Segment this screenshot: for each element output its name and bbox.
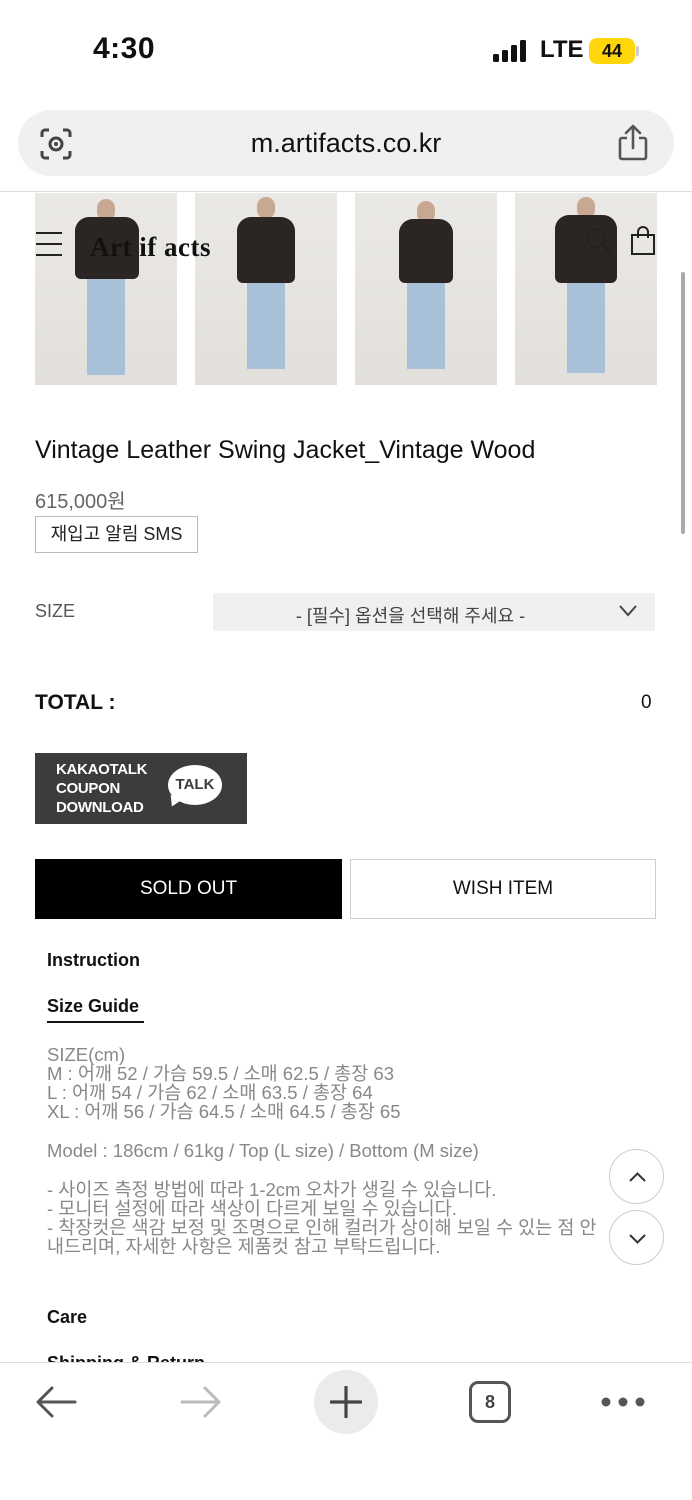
scroll-down-button[interactable] bbox=[609, 1210, 664, 1265]
chevron-down-icon bbox=[629, 1234, 646, 1244]
restock-sms-button[interactable]: 재입고 알림 SMS bbox=[35, 516, 198, 553]
tab-care[interactable]: Care bbox=[47, 1307, 87, 1328]
network-label: LTE bbox=[540, 36, 584, 63]
signal-icon bbox=[493, 40, 526, 62]
size-select-value: - [필수] 옵션을 선택해 주세요 - bbox=[295, 606, 526, 626]
size-select[interactable]: - [필수] 옵션을 선택해 주세요 - bbox=[213, 593, 655, 631]
product-price: 615,000원 bbox=[35, 491, 126, 513]
chevron-down-icon bbox=[619, 605, 637, 617]
site-logo[interactable]: Art if acts bbox=[90, 232, 211, 263]
page-scrollbar[interactable] bbox=[681, 272, 685, 534]
status-bar: 4:30 LTE 44 bbox=[0, 0, 692, 100]
url-text[interactable]: m.artifacts.co.kr bbox=[18, 128, 674, 159]
browser-toolbar: 8 bbox=[0, 1362, 692, 1500]
size-guide-note: - 착장컷은 색감 보정 및 조명으로 인해 컬러가 상이해 보일 수 있는 점… bbox=[47, 1217, 597, 1238]
size-guide-note: - 모니터 설정에 따라 색상이 다르게 보일 수 있습니다. bbox=[47, 1198, 457, 1219]
model-info: Model : 186cm / 61kg / Top (L size) / Bo… bbox=[47, 1140, 479, 1161]
tab-instruction[interactable]: Instruction bbox=[47, 950, 140, 971]
total-value: 0 bbox=[641, 692, 652, 713]
size-guide-line: XL : 어깨 56 / 가슴 64.5 / 소매 64.5 / 총장 65 bbox=[47, 1101, 401, 1122]
size-guide-note: - 사이즈 측정 방법에 따라 1-2cm 오차가 생길 수 있습니다. bbox=[47, 1179, 497, 1200]
status-time: 4:30 bbox=[93, 32, 156, 65]
product-title: Vintage Leather Swing Jacket_Vintage Woo… bbox=[35, 436, 536, 464]
size-guide-note: 내드리며, 자세한 사항은 제품컷 참고 부탁드립니다. bbox=[47, 1236, 441, 1257]
scroll-up-button[interactable] bbox=[609, 1149, 664, 1204]
more-icon[interactable] bbox=[601, 1397, 645, 1407]
kakao-talk-icon: TALK bbox=[168, 765, 222, 805]
size-guide-line: SIZE(cm) bbox=[47, 1044, 126, 1065]
battery-tip bbox=[636, 46, 639, 56]
kakao-line-3: DOWNLOAD bbox=[56, 799, 144, 816]
kakao-line-1: KAKAOTALK bbox=[56, 761, 148, 778]
product-image-3[interactable] bbox=[355, 193, 497, 385]
battery-indicator: 44 bbox=[589, 38, 635, 64]
share-icon[interactable] bbox=[616, 124, 650, 162]
size-guide-line: L : 어깨 54 / 가슴 62 / 소매 63.5 / 총장 64 bbox=[47, 1082, 373, 1103]
plus-icon bbox=[330, 1386, 362, 1418]
product-image-1[interactable] bbox=[35, 193, 177, 385]
tabs-button[interactable]: 8 bbox=[469, 1381, 511, 1423]
kakao-line-2: COUPON bbox=[56, 780, 121, 797]
hamburger-menu-icon[interactable] bbox=[36, 230, 62, 258]
cart-icon[interactable] bbox=[630, 226, 656, 256]
search-icon[interactable] bbox=[584, 226, 612, 256]
product-image-2[interactable] bbox=[195, 193, 337, 385]
new-tab-button[interactable] bbox=[314, 1370, 378, 1434]
chevron-up-icon bbox=[629, 1172, 646, 1182]
back-icon[interactable] bbox=[35, 1385, 77, 1419]
kakao-coupon-banner[interactable]: KAKAOTALK COUPON DOWNLOAD TALK bbox=[35, 753, 247, 824]
wish-item-button[interactable]: WISH ITEM bbox=[350, 859, 656, 919]
url-divider bbox=[0, 191, 692, 192]
size-label: SIZE bbox=[35, 601, 76, 621]
total-label: TOTAL : bbox=[35, 691, 116, 714]
size-guide-line: M : 어깨 52 / 가슴 59.5 / 소매 62.5 / 총장 63 bbox=[47, 1063, 394, 1084]
active-tab-underline bbox=[47, 1021, 144, 1023]
forward-icon[interactable] bbox=[180, 1385, 222, 1419]
product-image-4[interactable] bbox=[515, 193, 657, 385]
sold-out-button[interactable]: SOLD OUT bbox=[35, 859, 342, 919]
tab-size-guide[interactable]: Size Guide bbox=[47, 996, 139, 1017]
url-bar[interactable]: m.artifacts.co.kr bbox=[18, 110, 674, 176]
